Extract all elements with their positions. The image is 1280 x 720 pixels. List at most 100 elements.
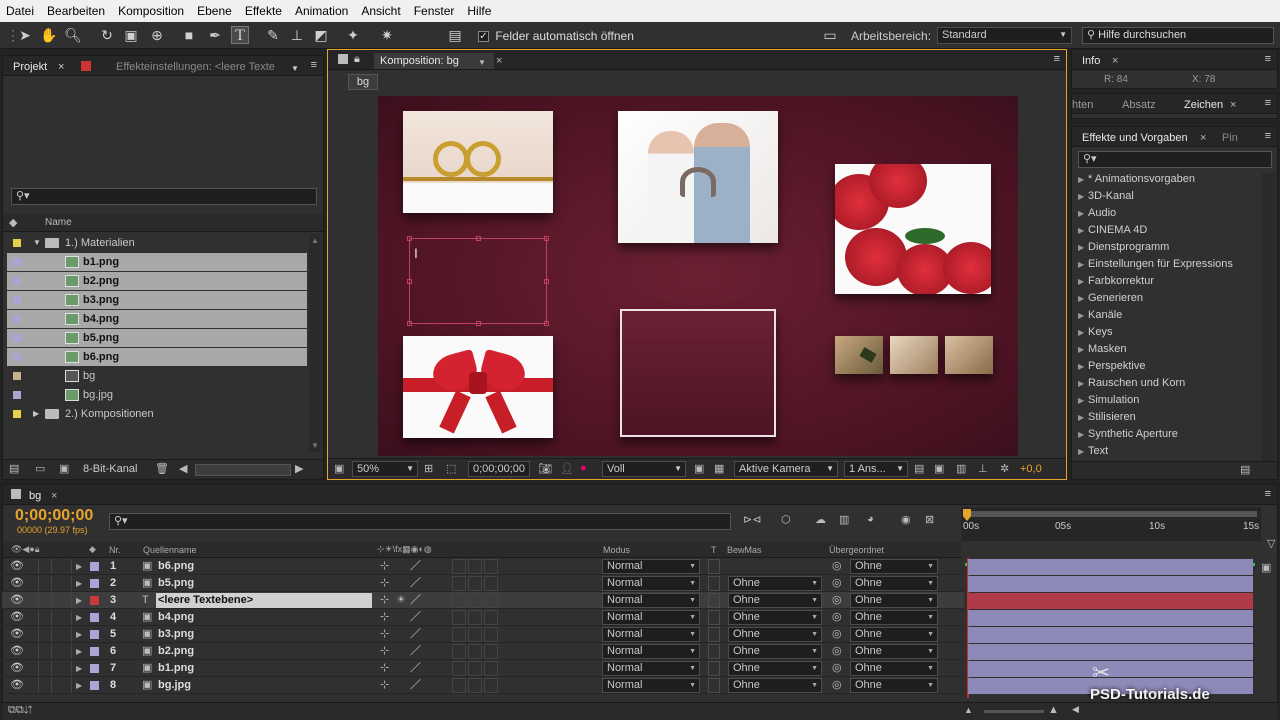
effects-scrollbar[interactable] bbox=[1262, 173, 1276, 461]
shy-switch-icon[interactable]: ⊹ bbox=[380, 576, 389, 591]
expand-right-icon[interactable]: ▶ bbox=[1078, 375, 1088, 392]
parent-select[interactable]: Ohne bbox=[850, 576, 938, 591]
zoom-tool-icon[interactable]: 🔍︎ bbox=[64, 26, 82, 44]
timeline-layer-row[interactable]: 👁︎ ▶ 7 ▣b1.png ⊹ ／ Normal Ohne ◎ Ohne bbox=[2, 660, 964, 677]
preserve-transparency-toggle[interactable] bbox=[708, 678, 720, 693]
menu-item[interactable]: Fenster bbox=[414, 4, 455, 18]
expand-right-icon[interactable]: ▶ bbox=[1078, 324, 1088, 341]
column-mode[interactable]: Modus bbox=[603, 545, 630, 555]
label-color-swatch[interactable] bbox=[13, 372, 21, 380]
expand-right-icon[interactable]: ▶ bbox=[1078, 239, 1088, 256]
eye-icon[interactable]: 👁︎ bbox=[10, 610, 24, 625]
switch-box[interactable] bbox=[484, 610, 498, 625]
flowchart-icon[interactable]: ⊥ bbox=[978, 462, 988, 475]
expand-right-icon[interactable]: ▶ bbox=[76, 593, 82, 608]
project-item[interactable]: bg bbox=[7, 367, 307, 385]
effects-search-input[interactable]: ⚲▾ bbox=[1078, 151, 1272, 168]
trkmat-select[interactable]: Ohne bbox=[728, 610, 822, 625]
timeline-scroll-icon[interactable]: ▣ bbox=[1261, 561, 1277, 575]
effects-category[interactable]: ▶ 3D-Kanal bbox=[1078, 188, 1134, 205]
mask-visibility-icon[interactable]: ⬚ bbox=[446, 462, 456, 475]
preserve-transparency-toggle[interactable] bbox=[708, 661, 720, 676]
label-color-swatch[interactable] bbox=[13, 410, 21, 418]
effects-category[interactable]: ▶ Dienstprogramm bbox=[1078, 239, 1169, 256]
champagne-thumb-1[interactable] bbox=[835, 336, 883, 374]
tab-info[interactable]: Info bbox=[1082, 53, 1100, 69]
parent-pickwhip-icon[interactable]: ◎ bbox=[832, 661, 842, 676]
project-item[interactable]: ▼1.) Materialien⊥ bbox=[7, 234, 319, 252]
handle[interactable] bbox=[407, 279, 412, 284]
close-icon[interactable]: × bbox=[1112, 53, 1118, 69]
brush-tool-icon[interactable]: ✎ bbox=[264, 26, 282, 44]
effects-category[interactable]: ▶ Rauschen und Korn bbox=[1078, 375, 1185, 392]
project-scrollbar[interactable]: ▲ ▼ bbox=[309, 234, 321, 452]
tab-timeline-bg[interactable]: bg bbox=[29, 488, 41, 504]
auto-open-option[interactable]: ✓ Felder automatisch öffnen bbox=[478, 29, 634, 43]
zoom-in-icon[interactable]: ▲ bbox=[1048, 704, 1059, 716]
trkmat-select[interactable]: Ohne bbox=[728, 678, 822, 693]
lock-toggle[interactable] bbox=[58, 627, 72, 642]
switch-box[interactable] bbox=[484, 593, 498, 608]
timeline-layer-row[interactable]: 👁︎ ▶ 3 T <leere Textebene> ⊹ ☀ ／ Normal Ohne ◎ Ohne bbox=[2, 592, 964, 609]
eye-icon[interactable]: 👁︎ bbox=[10, 678, 24, 693]
timeline-layer-row[interactable]: 👁︎ ▶ 4 ▣b4.png ⊹ ／ Normal Ohne ◎ Ohne bbox=[2, 609, 964, 626]
eye-icon[interactable]: 👁︎ bbox=[10, 627, 24, 642]
expand-right-icon[interactable]: ▶ bbox=[1078, 358, 1088, 375]
comp-button-icon[interactable]: ▽ bbox=[1267, 537, 1277, 551]
puppet-pin-tool-icon[interactable]: ✷ bbox=[378, 26, 396, 44]
champagne-thumb-2[interactable] bbox=[890, 336, 938, 374]
effects-category[interactable]: ▶ Text bbox=[1078, 443, 1108, 460]
tab-composition[interactable]: Komposition: bg bbox=[374, 53, 494, 69]
collapse-switch-icon[interactable]: ☀ bbox=[396, 593, 406, 608]
parent-pickwhip-icon[interactable]: ◎ bbox=[832, 610, 842, 625]
switch-box[interactable] bbox=[468, 661, 482, 676]
preserve-transparency-toggle[interactable] bbox=[708, 644, 720, 659]
label-color-swatch[interactable] bbox=[13, 391, 21, 399]
time-ruler[interactable]: 00s 05s 10s 15s bbox=[961, 507, 1261, 566]
label-color-swatch[interactable] bbox=[90, 579, 99, 588]
expand-right-icon[interactable]: ▶ bbox=[76, 559, 82, 574]
work-area-bar[interactable] bbox=[965, 511, 1257, 517]
layer-source-name[interactable]: b4.png bbox=[156, 610, 372, 625]
layer-duration-bar[interactable] bbox=[968, 576, 1253, 592]
switch-box[interactable] bbox=[468, 593, 482, 608]
column-parent[interactable]: Übergeordnet bbox=[829, 545, 884, 555]
handle[interactable] bbox=[544, 279, 549, 284]
parent-pickwhip-icon[interactable]: ◎ bbox=[832, 559, 842, 574]
scroll-left-icon[interactable]: ◀ bbox=[1072, 704, 1079, 715]
zoom-out-icon[interactable]: ▲ bbox=[964, 705, 973, 715]
panel-menu-icon[interactable]: ≡ bbox=[1265, 130, 1271, 142]
layer-source-name[interactable]: b2.png bbox=[156, 644, 372, 659]
panel-menu-icon[interactable]: ≡ bbox=[1265, 488, 1271, 500]
toggle-pixel-aspect-icon[interactable]: ▤ bbox=[914, 462, 924, 475]
switch-box[interactable] bbox=[484, 644, 498, 659]
column-trkmat[interactable]: BewMas bbox=[727, 545, 762, 555]
eye-icon[interactable]: 👁︎ bbox=[10, 661, 24, 676]
label-color-swatch[interactable] bbox=[13, 296, 21, 304]
effects-category[interactable]: ▶ Generieren bbox=[1078, 290, 1143, 307]
rectangle-tool-icon[interactable]: ■ bbox=[180, 26, 198, 44]
expand-right-icon[interactable]: ▶ bbox=[76, 678, 82, 693]
mode-select[interactable]: Normal bbox=[602, 627, 700, 642]
parent-select[interactable]: Ohne bbox=[850, 644, 938, 659]
bit-depth-label[interactable]: 8-Bit-Kanal bbox=[83, 463, 137, 475]
expand-right-icon[interactable]: ▶ bbox=[76, 576, 82, 591]
switch-box[interactable] bbox=[468, 610, 482, 625]
reset-exposure-icon[interactable]: ✲ bbox=[1000, 462, 1009, 475]
lock-toggle[interactable] bbox=[58, 593, 72, 608]
lock-toggle[interactable] bbox=[58, 644, 72, 659]
shy-switch-icon[interactable]: ⊹ bbox=[380, 593, 389, 608]
layer-source-name[interactable]: b1.png bbox=[156, 661, 372, 676]
timeline-timecode[interactable]: 0;00;00;00 bbox=[15, 507, 93, 525]
new-preset-icon[interactable]: ▤ bbox=[1240, 463, 1250, 476]
switch-box[interactable] bbox=[484, 576, 498, 591]
expand-right-icon[interactable]: ▶ bbox=[33, 405, 39, 423]
label-color-swatch[interactable] bbox=[13, 239, 21, 247]
switch-box[interactable] bbox=[484, 661, 498, 676]
views-select[interactable]: 1 Ans... ▼ bbox=[844, 461, 908, 477]
trkmat-select[interactable]: Ohne bbox=[728, 644, 822, 659]
menu-item[interactable]: Ansicht bbox=[361, 4, 400, 18]
mode-select[interactable]: Normal bbox=[602, 576, 700, 591]
label-color-swatch[interactable] bbox=[90, 630, 99, 639]
handle[interactable] bbox=[476, 321, 481, 326]
